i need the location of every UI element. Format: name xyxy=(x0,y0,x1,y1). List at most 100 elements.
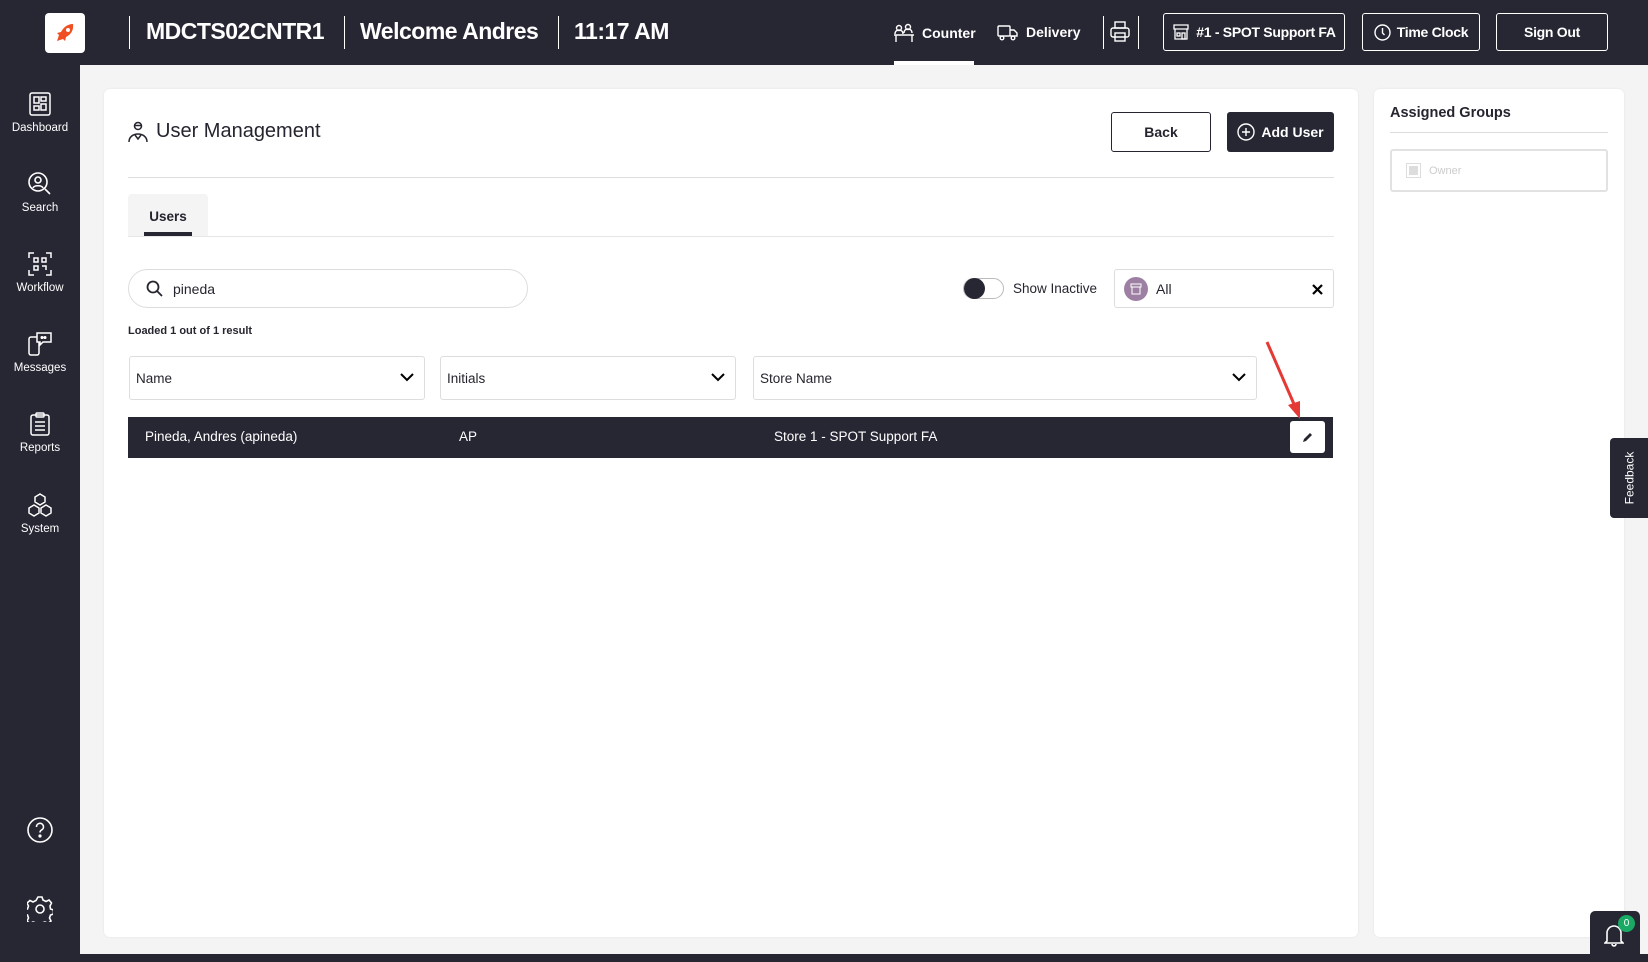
store-icon xyxy=(1173,24,1189,40)
assigned-groups-title: Assigned Groups xyxy=(1390,105,1511,121)
back-label: Back xyxy=(1144,124,1178,140)
pencil-icon xyxy=(1302,433,1312,442)
settings-gear-icon xyxy=(23,896,55,927)
printer-icon xyxy=(1110,21,1130,42)
divider xyxy=(1138,16,1139,49)
user-management-icon xyxy=(128,121,148,148)
notifications-button[interactable]: 0 xyxy=(1590,911,1640,954)
clear-icon[interactable] xyxy=(1312,284,1323,295)
sidebar-item-label: Messages xyxy=(13,362,67,374)
divider xyxy=(1390,132,1608,133)
column-label: Store Name xyxy=(760,370,833,386)
nav-counter-label: Counter xyxy=(922,25,976,41)
divider xyxy=(128,236,1334,237)
nav-delivery-label: Delivery xyxy=(1026,24,1081,40)
user-management-panel xyxy=(104,89,1358,937)
bottom-bar xyxy=(0,954,1648,962)
nav-counter[interactable]: Counter xyxy=(893,23,976,43)
counter-icon xyxy=(894,23,914,42)
feedback-label: Feedback xyxy=(1622,451,1637,505)
column-label: Name xyxy=(136,370,173,386)
chevron-down-icon xyxy=(1232,373,1246,382)
group-label: Owner xyxy=(1429,164,1462,177)
store-avatar-icon xyxy=(1124,276,1148,301)
print-button[interactable] xyxy=(1110,21,1130,48)
delivery-truck-icon xyxy=(997,25,1018,41)
divider xyxy=(558,16,559,49)
feedback-tab[interactable]: Feedback xyxy=(1610,438,1648,518)
divider xyxy=(129,16,130,49)
search-icon xyxy=(146,280,163,297)
table-row[interactable]: Pineda, Andres (apineda) AP Store 1 - SP… xyxy=(128,417,1333,458)
add-user-label: Add User xyxy=(1261,124,1324,140)
sidebar-item-search[interactable]: Search xyxy=(0,172,80,214)
assigned-groups-panel xyxy=(1374,89,1624,937)
sidebar-item-label: Workflow xyxy=(16,282,64,294)
search-value: pineda xyxy=(173,280,216,297)
qr-scan-icon xyxy=(28,252,52,276)
chevron-down-icon xyxy=(711,373,725,382)
show-inactive-label: Show Inactive xyxy=(1013,281,1098,296)
annotation-arrow xyxy=(1265,341,1300,419)
search-user-icon xyxy=(28,172,51,195)
checkbox[interactable] xyxy=(1406,163,1421,178)
column-filter-store-name[interactable]: Store Name xyxy=(753,356,1257,400)
time-clock-button[interactable]: Time Clock xyxy=(1362,13,1480,51)
store-select-button[interactable]: #1 - SPOT Support FA xyxy=(1163,13,1345,51)
notification-count: 0 xyxy=(1623,918,1630,929)
help-button[interactable] xyxy=(27,817,53,848)
column-filter-initials[interactable]: Initials xyxy=(440,356,736,400)
user-initials: AP xyxy=(459,429,478,444)
clipboard-icon xyxy=(30,412,50,436)
terminal-name: MDCTS02CNTR1 xyxy=(146,18,325,44)
store-filter-value: All xyxy=(1156,280,1172,297)
back-button[interactable]: Back xyxy=(1111,112,1211,152)
cubes-icon xyxy=(28,493,52,517)
toggle-knob xyxy=(964,278,985,299)
app-logo[interactable] xyxy=(45,13,85,53)
messages-icon xyxy=(28,332,52,356)
add-user-button[interactable]: Add User xyxy=(1227,112,1334,152)
user-name: Pineda, Andres (apineda) xyxy=(145,429,298,444)
sidebar-item-label: Search xyxy=(21,202,59,214)
divider xyxy=(1103,16,1104,49)
sidebar-item-workflow[interactable]: Workflow xyxy=(0,252,80,294)
clock-icon xyxy=(1374,23,1391,41)
tab-users[interactable]: Users xyxy=(128,194,208,236)
page-title: User Management xyxy=(156,120,321,142)
divider xyxy=(128,177,1334,178)
edit-user-button[interactable] xyxy=(1290,421,1325,453)
column-label: Initials xyxy=(447,370,486,386)
tab-users-label: Users xyxy=(149,209,187,224)
sidebar-item-messages[interactable]: Messages xyxy=(0,332,80,374)
notification-badge: 0 xyxy=(1618,915,1635,932)
nav-delivery[interactable]: Delivery xyxy=(997,23,1080,41)
divider xyxy=(344,16,345,49)
settings-button[interactable] xyxy=(23,896,55,927)
plus-circle-icon xyxy=(1237,123,1256,141)
result-count: Loaded 1 out of 1 result xyxy=(128,325,253,337)
show-inactive-toggle[interactable] xyxy=(963,278,1004,299)
column-filter-name[interactable]: Name xyxy=(129,356,425,400)
top-bar: MDCTS02CNTR1 Welcome Andres 11:17 AM Cou… xyxy=(0,0,1648,65)
store-label: #1 - SPOT Support FA xyxy=(1196,24,1336,40)
clock-time: 11:17 AM xyxy=(574,18,669,44)
rocket-icon xyxy=(57,24,74,41)
active-nav-indicator xyxy=(894,61,974,65)
chevron-down-icon xyxy=(400,373,414,382)
sidebar-item-system[interactable]: System xyxy=(0,493,80,535)
sidebar-item-label: Reports xyxy=(19,442,61,454)
dashboard-icon xyxy=(29,92,51,116)
sidebar-item-label: System xyxy=(20,523,60,535)
time-clock-label: Time Clock xyxy=(1396,24,1469,40)
help-icon xyxy=(27,817,53,843)
sign-out-button[interactable]: Sign Out xyxy=(1496,13,1608,51)
sidebar-item-reports[interactable]: Reports xyxy=(0,412,80,454)
user-store: Store 1 - SPOT Support FA xyxy=(774,429,938,444)
store-filter-select[interactable]: All xyxy=(1114,269,1334,308)
sidebar-item-dashboard[interactable]: Dashboard xyxy=(0,92,80,134)
sidebar: Dashboard Search Workflow Messages Repor… xyxy=(0,65,80,962)
group-item-owner: Owner xyxy=(1390,149,1608,192)
search-input[interactable]: pineda xyxy=(128,269,528,308)
sidebar-item-label: Dashboard xyxy=(11,122,69,134)
